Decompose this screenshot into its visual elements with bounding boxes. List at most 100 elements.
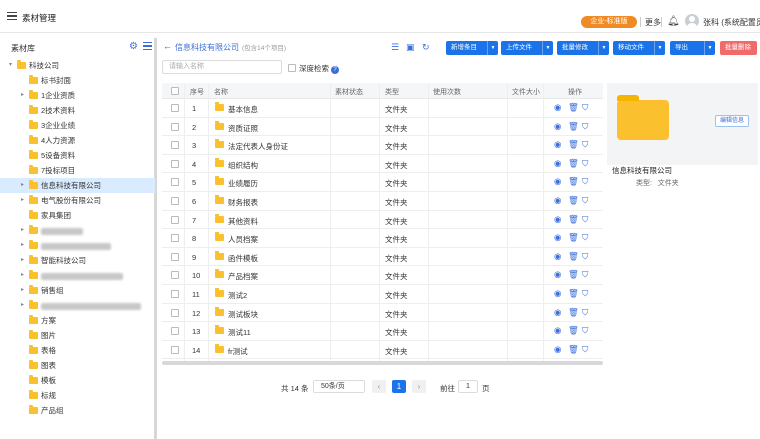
- delete-icon[interactable]: 🗑︎: [568, 102, 579, 113]
- row-name[interactable]: 资质证照: [228, 123, 258, 134]
- toolbar-button[interactable]: 批量删除: [720, 41, 757, 55]
- table-row[interactable]: 6 财务报表 文件夹 ◉ 🗑︎ ⛉: [162, 192, 603, 211]
- chevron-right-icon[interactable]: ▸: [21, 268, 24, 283]
- dropdown-icon[interactable]: ▼: [704, 41, 715, 55]
- toolbar-button[interactable]: 上传文件 ▼: [501, 41, 553, 55]
- gear-icon[interactable]: ⚙: [129, 41, 138, 52]
- row-name[interactable]: 财务报表: [228, 197, 258, 208]
- tree-node[interactable]: ▸: [0, 268, 155, 283]
- row-name[interactable]: 测试11: [228, 327, 251, 338]
- row-checkbox[interactable]: [171, 122, 179, 131]
- shield-icon[interactable]: ⛉: [582, 288, 588, 299]
- delete-icon[interactable]: 🗑︎: [568, 269, 579, 280]
- delete-icon[interactable]: 🗑︎: [568, 176, 579, 187]
- table-row[interactable]: 13 测试11 文件夹 ◉ 🗑︎ ⛉: [162, 322, 603, 341]
- dropdown-icon[interactable]: ▼: [542, 41, 553, 55]
- tree-node[interactable]: 图表: [0, 358, 155, 373]
- tree-node[interactable]: ▸: [0, 223, 155, 238]
- table-row[interactable]: 3 法定代表人身份证 文件夹 ◉ 🗑︎ ⛉: [162, 136, 603, 155]
- dropdown-icon[interactable]: ▼: [654, 41, 665, 55]
- row-name[interactable]: 业绩履历: [228, 178, 258, 189]
- view-icon[interactable]: ◉: [554, 102, 561, 113]
- table-row[interactable]: 14 fr测试 文件夹 ◉ 🗑︎ ⛉: [162, 341, 603, 360]
- tree-node[interactable]: 模板: [0, 373, 155, 388]
- next-page-button[interactable]: ›: [412, 380, 426, 393]
- tree-node[interactable]: 标规: [0, 388, 155, 403]
- edition-badge[interactable]: 企业-标准版: [581, 16, 637, 28]
- row-checkbox[interactable]: [171, 345, 179, 354]
- tree-node[interactable]: ▸: [0, 238, 155, 253]
- toolbar-button[interactable]: 导出 ▼: [670, 41, 715, 55]
- shield-icon[interactable]: ⛉: [582, 195, 588, 206]
- shield-icon[interactable]: ⛉: [582, 251, 588, 262]
- user-name[interactable]: 张科 (系统配置员): [703, 17, 760, 28]
- table-row[interactable]: 7 其他资料 文件夹 ◉ 🗑︎ ⛉: [162, 211, 603, 230]
- tree-node[interactable]: ▾ 科技公司: [0, 58, 155, 73]
- chevron-down-icon[interactable]: ▾: [9, 58, 12, 73]
- horizontal-scrollbar[interactable]: [162, 361, 603, 365]
- prev-page-button[interactable]: ‹: [372, 380, 386, 393]
- shield-icon[interactable]: ⛉: [582, 121, 588, 132]
- row-name[interactable]: 法定代表人身份证: [228, 141, 288, 152]
- table-row[interactable]: 1 基本信息 文件夹 ◉ 🗑︎ ⛉: [162, 99, 603, 118]
- tree-node[interactable]: ▸ 智能科技公司: [0, 253, 155, 268]
- table-row[interactable]: 10 产品档案 文件夹 ◉ 🗑︎ ⛉: [162, 266, 603, 285]
- image-view-icon[interactable]: ▣: [406, 42, 415, 53]
- delete-icon[interactable]: 🗑︎: [568, 251, 579, 262]
- menu-icon[interactable]: [7, 12, 17, 20]
- table-row[interactable]: 5 业绩履历 文件夹 ◉ 🗑︎ ⛉: [162, 173, 603, 192]
- chevron-right-icon[interactable]: ▸: [21, 178, 24, 193]
- view-icon[interactable]: ◉: [554, 232, 561, 243]
- deep-search-toggle[interactable]: 深度检索?: [288, 63, 339, 74]
- shield-icon[interactable]: ⛉: [582, 139, 588, 150]
- chevron-right-icon[interactable]: ▸: [21, 88, 24, 103]
- deep-search-checkbox[interactable]: [288, 64, 296, 72]
- row-name[interactable]: 基本信息: [228, 104, 258, 115]
- tree-node[interactable]: 方案: [0, 313, 155, 328]
- chevron-right-icon[interactable]: ▸: [21, 253, 24, 268]
- row-checkbox[interactable]: [171, 252, 179, 261]
- select-all-checkbox[interactable]: [171, 87, 179, 95]
- tree-node[interactable]: 产品组: [0, 403, 155, 418]
- page-size-select[interactable]: 50条/页: [313, 380, 365, 393]
- more-link[interactable]: 更多: [645, 17, 661, 28]
- chevron-right-icon[interactable]: ▸: [21, 238, 24, 253]
- table-row[interactable]: 9 函件模板 文件夹 ◉ 🗑︎ ⛉: [162, 248, 603, 267]
- table-row[interactable]: 4 组织结构 文件夹 ◉ 🗑︎ ⛉: [162, 155, 603, 174]
- refresh-icon[interactable]: ↻: [422, 42, 430, 53]
- view-icon[interactable]: ◉: [554, 214, 561, 225]
- row-checkbox[interactable]: [171, 178, 179, 187]
- view-icon[interactable]: ◉: [554, 344, 561, 355]
- shield-icon[interactable]: ⛉: [582, 307, 588, 318]
- list-view-icon[interactable]: ☰: [391, 42, 399, 53]
- row-checkbox[interactable]: [171, 141, 179, 150]
- shield-icon[interactable]: ⛉: [582, 176, 588, 187]
- table-row[interactable]: 8 人员档案 文件夹 ◉ 🗑︎ ⛉: [162, 229, 603, 248]
- chevron-right-icon[interactable]: ▸: [21, 223, 24, 238]
- chevron-right-icon[interactable]: ▸: [21, 283, 24, 298]
- shield-icon[interactable]: ⛉: [582, 232, 588, 243]
- shield-icon[interactable]: ⛉: [582, 158, 588, 169]
- chevron-right-icon[interactable]: ▸: [21, 298, 24, 313]
- row-name[interactable]: fr测试: [228, 346, 248, 357]
- tree-node[interactable]: 2技术资料: [0, 103, 155, 118]
- delete-icon[interactable]: 🗑︎: [568, 214, 579, 225]
- tree-node[interactable]: 5设备资料: [0, 148, 155, 163]
- view-icon[interactable]: ◉: [554, 288, 561, 299]
- toolbar-button[interactable]: 批量修改 ▼: [557, 41, 609, 55]
- tree-node[interactable]: 图片: [0, 328, 155, 343]
- shield-icon[interactable]: ⛉: [582, 325, 588, 336]
- row-name[interactable]: 人员档案: [228, 234, 258, 245]
- row-checkbox[interactable]: [171, 234, 179, 243]
- goto-page-input[interactable]: 1: [458, 380, 478, 393]
- row-checkbox[interactable]: [171, 104, 179, 112]
- edit-info-button[interactable]: 编辑信息: [715, 115, 749, 127]
- tree-node[interactable]: 表格: [0, 343, 155, 358]
- tree-node[interactable]: ▸ 电气股份有限公司: [0, 193, 155, 208]
- delete-icon[interactable]: 🗑︎: [568, 307, 579, 318]
- shield-icon[interactable]: ⛉: [582, 269, 588, 280]
- table-row[interactable]: 12 测试板块 文件夹 ◉ 🗑︎ ⛉: [162, 304, 603, 323]
- delete-icon[interactable]: 🗑︎: [568, 158, 579, 169]
- tree-node[interactable]: ▸ 1企业资质: [0, 88, 155, 103]
- shield-icon[interactable]: ⛉: [582, 102, 588, 113]
